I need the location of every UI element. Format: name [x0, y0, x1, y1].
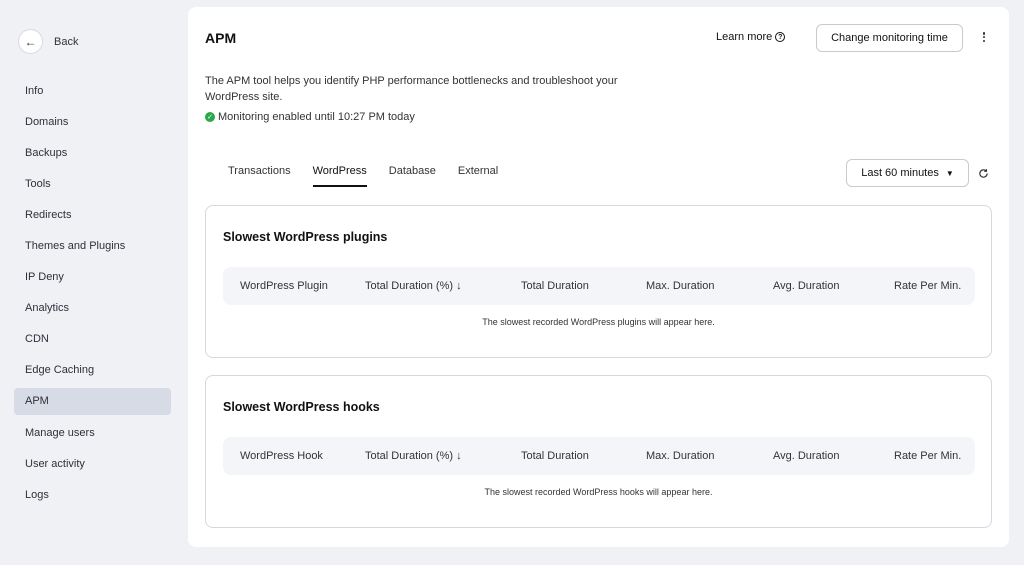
time-range-select[interactable]: Last 60 minutes ▼ — [846, 159, 969, 187]
column-header[interactable]: WordPress Hook — [240, 450, 323, 462]
section-title: Slowest WordPress plugins — [223, 230, 388, 244]
sidebar-item-user-activity[interactable]: User activity — [14, 450, 171, 477]
column-header[interactable]: Rate Per Min. — [894, 280, 961, 292]
sidebar-item-logs[interactable]: Logs — [14, 481, 171, 508]
column-header[interactable]: Avg. Duration — [773, 280, 839, 292]
change-monitoring-time-button[interactable]: Change monitoring time — [816, 24, 963, 52]
sidebar-item-edge-caching[interactable]: Edge Caching — [14, 357, 171, 384]
sidebar-item-manage-users[interactable]: Manage users — [14, 419, 171, 446]
section-title: Slowest WordPress hooks — [223, 400, 380, 414]
column-header[interactable]: Rate Per Min. — [894, 450, 961, 462]
back-button[interactable]: ← Back — [18, 29, 78, 54]
empty-state-text: The slowest recorded WordPress plugins w… — [482, 317, 715, 327]
chevron-down-icon: ▼ — [945, 168, 954, 178]
sidebar-item-info[interactable]: Info — [14, 77, 171, 104]
learn-more-link[interactable]: Learn more ? — [716, 31, 786, 43]
sidebar-nav: Info Domains Backups Tools Redirects The… — [14, 77, 171, 512]
sidebar-item-cdn[interactable]: CDN — [14, 326, 171, 353]
monitoring-status: ✓ Monitoring enabled until 10:27 PM toda… — [205, 111, 415, 123]
column-header[interactable]: Max. Duration — [646, 450, 714, 462]
more-options-icon[interactable] — [980, 30, 988, 44]
check-circle-icon: ✓ — [205, 112, 215, 122]
tabs: Transactions WordPress Database External — [228, 165, 520, 187]
page-title: APM — [205, 30, 237, 46]
table-header: WordPress Hook Total Duration (%) ↓ Tota… — [223, 437, 975, 475]
learn-more-label: Learn more — [716, 31, 773, 43]
refresh-icon[interactable] — [978, 168, 989, 179]
back-label: Back — [54, 35, 79, 48]
page-description: The APM tool helps you identify PHP perf… — [205, 75, 618, 103]
arrow-left-icon: ← — [18, 29, 43, 54]
tab-wordpress[interactable]: WordPress — [312, 165, 367, 187]
column-header-sorted[interactable]: Total Duration (%) ↓ — [365, 450, 462, 462]
column-header[interactable]: Total Duration — [521, 450, 589, 462]
sidebar-item-apm[interactable]: APM — [14, 387, 171, 415]
column-header[interactable]: Avg. Duration — [773, 450, 839, 462]
tab-external[interactable]: External — [458, 165, 498, 187]
table-header: WordPress Plugin Total Duration (%) ↓ To… — [223, 267, 975, 305]
sidebar-item-themes-plugins[interactable]: Themes and Plugins — [14, 232, 171, 259]
time-range-value: Last 60 minutes — [861, 167, 939, 179]
slowest-hooks-section: Slowest WordPress hooks WordPress Hook T… — [205, 375, 992, 528]
slowest-plugins-section: Slowest WordPress plugins WordPress Plug… — [205, 205, 992, 358]
sidebar-item-analytics[interactable]: Analytics — [14, 295, 171, 322]
column-header-sorted[interactable]: Total Duration (%) ↓ — [365, 280, 462, 292]
column-header[interactable]: Total Duration — [521, 280, 589, 292]
monitoring-status-text: Monitoring enabled until 10:27 PM today — [218, 111, 415, 123]
sidebar-item-ip-deny[interactable]: IP Deny — [14, 264, 171, 291]
empty-state-text: The slowest recorded WordPress hooks wil… — [484, 487, 713, 497]
main-panel: APM Learn more ? Change monitoring time … — [188, 7, 1009, 547]
sidebar-item-domains[interactable]: Domains — [14, 108, 171, 135]
tab-database[interactable]: Database — [389, 165, 436, 187]
tab-transactions[interactable]: Transactions — [228, 165, 291, 187]
sidebar-item-backups[interactable]: Backups — [14, 139, 171, 166]
column-header[interactable]: WordPress Plugin — [240, 280, 328, 292]
help-icon: ? — [775, 32, 786, 42]
sidebar-item-tools[interactable]: Tools — [14, 170, 171, 197]
sidebar: ← Back Info Domains Backups Tools Redire… — [0, 0, 186, 565]
sidebar-item-redirects[interactable]: Redirects — [14, 201, 171, 228]
column-header[interactable]: Max. Duration — [646, 280, 714, 292]
